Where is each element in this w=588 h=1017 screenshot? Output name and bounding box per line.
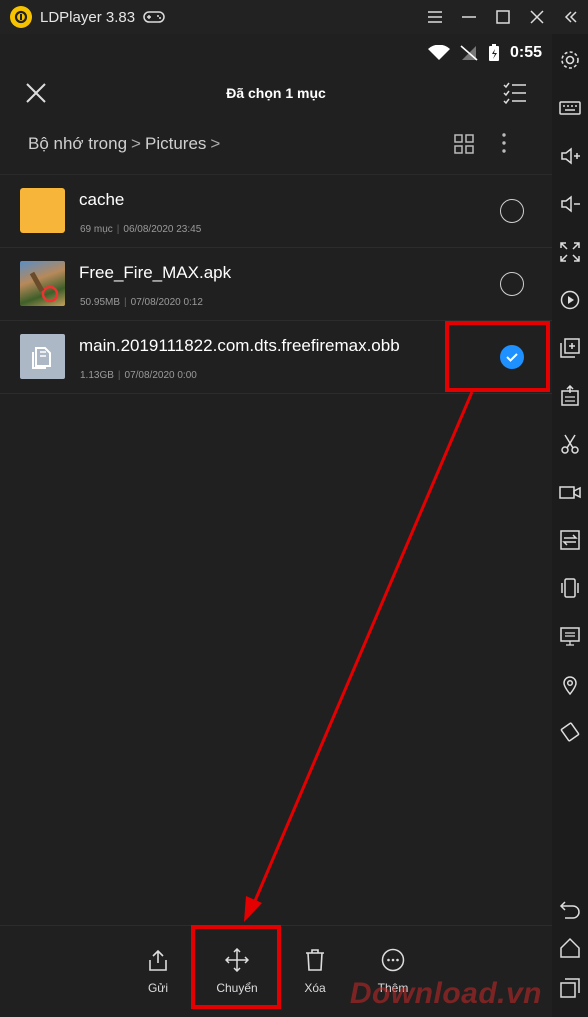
- file-name: main.2019111822.com.dts.freefiremax.obb: [79, 336, 400, 355]
- recent-apps-icon[interactable]: [558, 976, 582, 1000]
- battery-icon: [488, 44, 499, 61]
- watermark: Download.vn: [349, 977, 542, 1010]
- breadcrumb-separator: >: [131, 134, 141, 153]
- status-bar: 0:55: [0, 34, 552, 72]
- install-apk-icon[interactable]: [558, 384, 582, 408]
- sync-icon[interactable]: [558, 528, 582, 552]
- home-icon[interactable]: [558, 936, 582, 960]
- select-radio[interactable]: [500, 199, 524, 223]
- share-icon: [149, 949, 167, 971]
- file-row-apk[interactable]: Free_Fire_MAX.apk 50.95MB | 07/08/2020 0:1…: [0, 248, 552, 321]
- delete-button[interactable]: Xóa: [280, 926, 350, 1017]
- shake-icon[interactable]: [558, 576, 582, 600]
- volume-down-icon[interactable]: [558, 192, 582, 216]
- highlight-box-checkbox: [445, 321, 550, 392]
- maximize-icon[interactable]: [486, 0, 520, 34]
- breadcrumb: Bộ nhớ trong > Pictures >: [0, 114, 552, 174]
- send-button[interactable]: Gửi: [123, 926, 193, 1017]
- file-name: Free_Fire_MAX.apk: [79, 263, 232, 282]
- file-meta: 69 mục | 06/08/2020 23:45: [80, 224, 202, 235]
- emulator-sidebar: [552, 34, 588, 1017]
- file-meta: 1.13GB | 07/08/2020 0:00: [80, 370, 197, 381]
- trash-icon: [306, 949, 324, 971]
- apk-thumbnail-icon: [20, 261, 65, 306]
- back-icon[interactable]: [558, 896, 582, 920]
- file-row-cache[interactable]: cache 69 mục | 06/08/2020 23:45: [0, 175, 552, 248]
- file-meta: 50.95MB | 07/08/2020 0:12: [80, 297, 203, 308]
- collapse-sidebar-icon[interactable]: [554, 0, 588, 34]
- scissors-icon[interactable]: [558, 432, 582, 456]
- select-all-icon[interactable]: [502, 80, 528, 106]
- rotate-icon[interactable]: [558, 720, 582, 744]
- fullscreen-icon[interactable]: [558, 240, 582, 264]
- more-horiz-icon: [381, 948, 405, 972]
- more-vert-icon[interactable]: [494, 132, 514, 154]
- window-close-icon[interactable]: [520, 0, 554, 34]
- keyboard-icon[interactable]: [558, 96, 582, 120]
- grid-view-icon[interactable]: [454, 134, 474, 154]
- video-record-icon[interactable]: [558, 480, 582, 504]
- macro-icon[interactable]: [558, 288, 582, 312]
- breadcrumb-current[interactable]: Pictures: [145, 134, 206, 154]
- no-signal-icon: [460, 45, 478, 61]
- close-icon[interactable]: [24, 81, 48, 105]
- file-name: cache: [79, 190, 125, 209]
- android-screen: 0:55 Đã chọn 1 mục Bộ nhớ trong > Pictur…: [0, 34, 552, 1017]
- selection-appbar: Đã chọn 1 mục: [0, 72, 552, 114]
- location-icon[interactable]: [558, 672, 582, 696]
- emulator-titlebar: LDPlayer 3.83: [0, 0, 588, 34]
- multi-instance-icon[interactable]: [558, 336, 582, 360]
- window-title: LDPlayer 3.83: [40, 8, 136, 26]
- settings-icon[interactable]: [558, 48, 582, 72]
- delete-label: Xóa: [304, 981, 326, 995]
- folder-icon: [20, 188, 65, 233]
- selection-title: Đã chọn 1 mục: [226, 85, 326, 101]
- select-radio[interactable]: [500, 272, 524, 296]
- volume-up-icon[interactable]: [558, 144, 582, 168]
- status-time: 0:55: [509, 44, 542, 61]
- breadcrumb-separator: >: [210, 134, 221, 153]
- send-label: Gửi: [147, 981, 169, 995]
- breadcrumb-root[interactable]: Bộ nhớ trong: [28, 134, 127, 154]
- minimize-icon[interactable]: [452, 0, 486, 34]
- menu-icon[interactable]: [418, 0, 452, 34]
- emulator-window: LDPlayer 3.83 0:55 Đã chọn 1 mục Bộ nhớ …: [0, 0, 588, 1017]
- screen-icon[interactable]: [558, 624, 582, 648]
- ldplayer-logo: [10, 6, 32, 28]
- gamepad-icon[interactable]: [143, 9, 165, 25]
- file-copy-icon: [20, 334, 65, 379]
- highlight-box-move: [191, 925, 281, 1009]
- wifi-icon: [427, 45, 450, 60]
